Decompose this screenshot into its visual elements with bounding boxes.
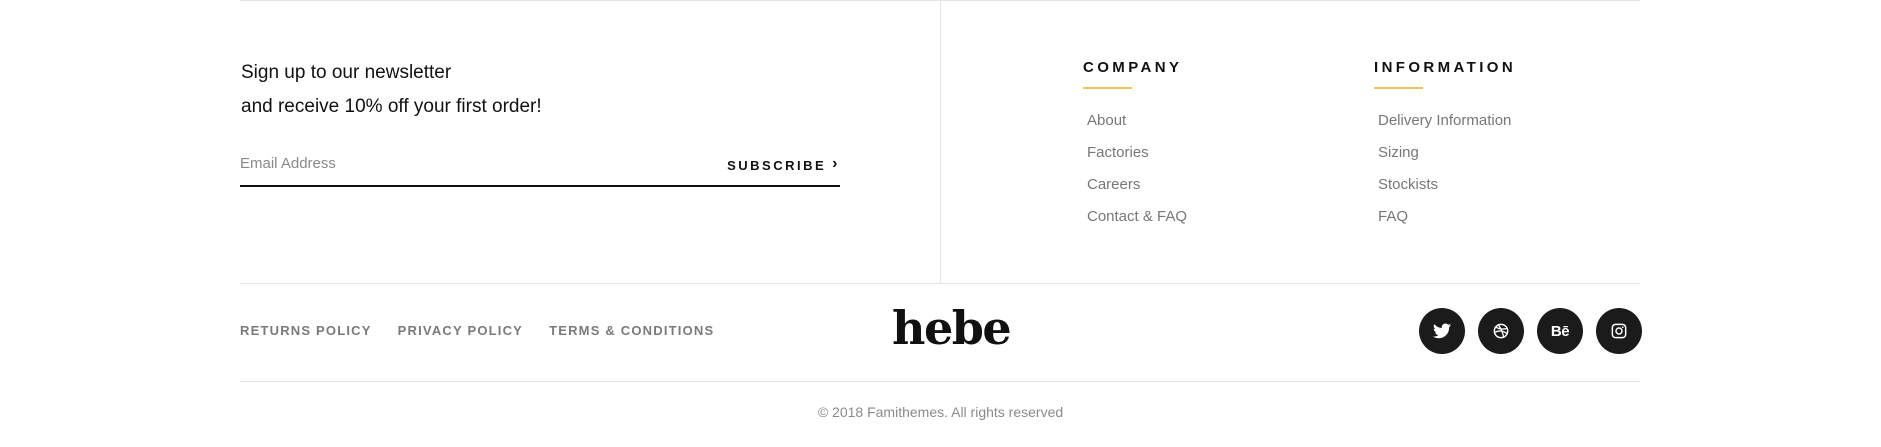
privacy-policy-link[interactable]: PRIVACY POLICY	[398, 323, 523, 338]
subscribe-label: SUBSCRIBE	[727, 157, 827, 173]
newsletter-heading: Sign up to our newsletter and receive 10…	[241, 56, 542, 124]
behance-button[interactable]: Bē	[1537, 308, 1583, 354]
email-input[interactable]	[240, 150, 700, 176]
company-heading-underline	[1083, 87, 1132, 89]
behance-icon: Bē	[1550, 322, 1570, 340]
legal-links: RETURNS POLICY PRIVACY POLICY TERMS & CO…	[240, 323, 714, 338]
brand-logo[interactable]: hebe	[892, 298, 1012, 358]
company-link-about[interactable]: About	[1087, 108, 1187, 140]
company-link-factories[interactable]: Factories	[1087, 140, 1187, 172]
information-link-delivery[interactable]: Delivery Information	[1378, 108, 1511, 140]
newsletter-form: SUBSCRIBE ›	[240, 150, 840, 187]
company-links: About Factories Careers Contact & FAQ	[1087, 108, 1187, 236]
company-link-contact-faq[interactable]: Contact & FAQ	[1087, 204, 1187, 236]
information-heading: INFORMATION	[1374, 59, 1517, 76]
footer-bottom-divider	[240, 381, 1640, 382]
chevron-right-icon: ›	[832, 155, 840, 172]
dribbble-button[interactable]	[1478, 308, 1524, 354]
newsletter-heading-line-1: Sign up to our newsletter	[241, 62, 452, 83]
company-link-careers[interactable]: Careers	[1087, 172, 1187, 204]
information-link-sizing[interactable]: Sizing	[1378, 140, 1511, 172]
information-links: Delivery Information Sizing Stockists FA…	[1378, 108, 1511, 236]
information-link-faq[interactable]: FAQ	[1378, 204, 1511, 236]
copyright-text: © 2018 Famithemes. All rights reserved	[817, 404, 1064, 420]
footer-vertical-divider	[940, 0, 941, 283]
returns-policy-link[interactable]: RETURNS POLICY	[240, 323, 372, 338]
information-heading-underline	[1374, 87, 1423, 89]
information-link-stockists[interactable]: Stockists	[1378, 172, 1511, 204]
instagram-icon	[1611, 323, 1627, 339]
subscribe-button[interactable]: SUBSCRIBE ›	[727, 154, 840, 176]
dribbble-icon	[1493, 323, 1509, 339]
terms-conditions-link[interactable]: TERMS & CONDITIONS	[549, 323, 714, 338]
newsletter-heading-line-2: and receive 10% off your first order!	[241, 96, 542, 117]
twitter-button[interactable]	[1419, 308, 1465, 354]
footer-middle-divider	[240, 283, 1640, 284]
company-heading: COMPANY	[1083, 59, 1183, 76]
twitter-icon	[1433, 323, 1451, 339]
instagram-button[interactable]	[1596, 308, 1642, 354]
